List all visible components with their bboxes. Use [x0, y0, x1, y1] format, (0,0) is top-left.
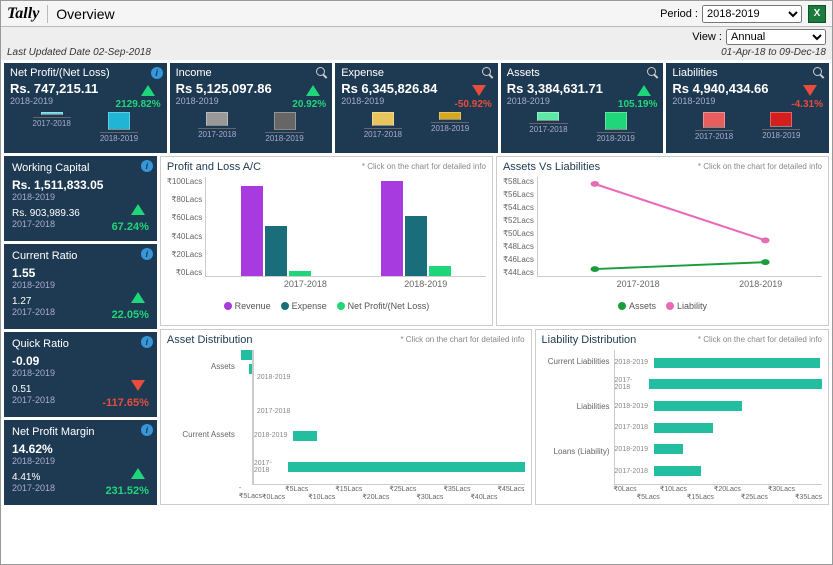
chart-hint: * Click on the chart for detailed info: [362, 162, 486, 171]
main: i Working CapitalRs. 1,511,833.052018-20…: [1, 156, 832, 508]
top-cards: i Net Profit/(Net Loss)Rs. 747,215.11201…: [1, 60, 832, 156]
avl-plot: [537, 177, 822, 277]
charts-column: Profit and Loss A/C * Click on the chart…: [160, 156, 829, 505]
pl-yaxis: ₹100Lacs₹80Lacs₹60Lacs₹40Lacs₹20Lacs₹0La…: [167, 177, 205, 277]
profit-loss-chart[interactable]: Profit and Loss A/C * Click on the chart…: [160, 156, 493, 326]
chart-hint: * Click on the chart for detailed info: [400, 335, 524, 344]
view-label: View :: [692, 31, 722, 43]
kpi-card[interactable]: IncomeRs 5,125,097.862018-2019 20.92% 20…: [170, 63, 333, 153]
kpi-card[interactable]: ExpenseRs 6,345,826.842018-2019 -50.92% …: [335, 63, 498, 153]
sidebar: i Working CapitalRs. 1,511,833.052018-20…: [4, 156, 157, 505]
ad-plot: 2018-20192017-20182018-20192017-2018: [253, 350, 525, 485]
period-label: Period :: [660, 8, 698, 20]
search-icon[interactable]: [316, 67, 328, 79]
kpi-card[interactable]: LiabilitiesRs 4,940,434.662018-2019 -4.3…: [666, 63, 829, 153]
pl-xaxis: 2017-20182018-2019: [245, 279, 486, 289]
search-icon[interactable]: [813, 67, 825, 79]
info-icon: i: [141, 336, 153, 348]
view-select[interactable]: Annual: [726, 29, 826, 45]
avl-yaxis: ₹58Lacs₹56Lacs₹54Lacs₹52Lacs₹50Lacs₹48La…: [503, 177, 537, 277]
search-icon[interactable]: [647, 67, 659, 79]
info-icon: i: [141, 160, 153, 172]
date-range: 01-Apr-18 to 09-Dec-18: [721, 47, 826, 58]
asset-distribution-chart[interactable]: Asset Distribution * Click on the chart …: [160, 329, 532, 505]
kpi-card[interactable]: i Net Profit/(Net Loss)Rs. 747,215.11201…: [4, 63, 167, 153]
metric-card[interactable]: i Net Profit Margin14.62%2018-2019 4.41%…: [4, 420, 157, 505]
excel-export-icon[interactable]: X: [808, 5, 826, 23]
kpi-card[interactable]: AssetsRs 3,384,631.712018-2019 105.19% 2…: [501, 63, 664, 153]
page-title: Overview: [48, 6, 114, 22]
metric-card[interactable]: i Working CapitalRs. 1,511,833.052018-20…: [4, 156, 157, 241]
metric-card[interactable]: i Current Ratio1.552018-2019 1.272017-20…: [4, 244, 157, 329]
ad-labels: AssetsCurrent Assets: [167, 350, 239, 485]
info-icon: i: [141, 424, 153, 436]
pl-legend: RevenueExpenseNet Profit/(Net Loss): [167, 301, 486, 311]
ld-plot: 2018-20192017-20182018-20192017-20182018…: [614, 350, 822, 485]
info-icon: i: [151, 67, 163, 79]
liability-distribution-chart[interactable]: Liability Distribution * Click on the ch…: [535, 329, 829, 505]
chart-hint: * Click on the chart for detailed info: [698, 335, 822, 344]
search-icon[interactable]: [482, 67, 494, 79]
ad-neg-plot: [239, 350, 253, 485]
info-icon: i: [141, 248, 153, 260]
logo: Tally: [7, 5, 48, 23]
ad-xaxis: -₹5Lacs₹0Lacs₹5Lacs₹10Lacs₹15Lacs₹20Lacs…: [239, 485, 525, 500]
last-updated: Last Updated Date 02-Sep-2018: [7, 47, 151, 58]
assets-vs-liabilities-chart[interactable]: Assets Vs Liabilities * Click on the cha…: [496, 156, 829, 326]
ld-xaxis: ₹0Lacs₹5Lacs₹10Lacs₹15Lacs₹20Lacs₹25Lacs…: [614, 485, 822, 493]
period-select[interactable]: 2018-2019: [702, 5, 802, 23]
ld-labels: Current LiabilitiesLiabilitiesLoans (Lia…: [542, 350, 614, 485]
metric-card[interactable]: i Quick Ratio-0.092018-2019 0.512017-201…: [4, 332, 157, 417]
chart-hint: * Click on the chart for detailed info: [698, 162, 822, 171]
subheader2: Last Updated Date 02-Sep-2018 01-Apr-18 …: [1, 47, 832, 60]
subheader: View : Annual: [1, 27, 832, 47]
avl-xaxis: 2017-20182018-2019: [577, 279, 822, 289]
header: Tally Overview Period : 2018-2019 X: [1, 1, 832, 27]
pl-plot: [205, 177, 486, 277]
avl-legend: AssetsLiability: [503, 301, 822, 311]
